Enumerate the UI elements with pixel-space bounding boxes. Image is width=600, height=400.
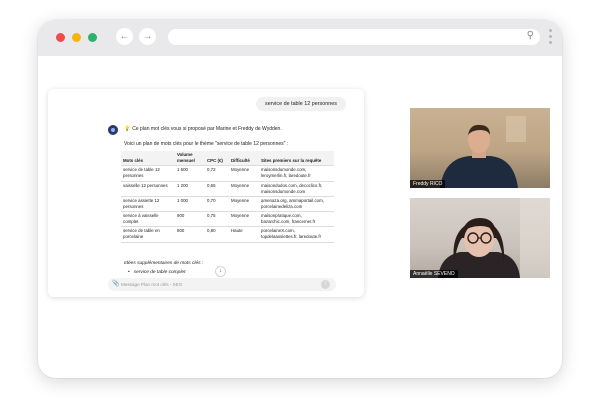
table-cell: service assiette 12 personnes <box>121 196 175 213</box>
lightbulb-icon: 💡 <box>124 126 131 132</box>
table-header-row: Mots clés Volume mensuel CPC (€) Difficu… <box>121 151 334 167</box>
column-header: CPC (€) <box>205 151 229 167</box>
column-header: Difficulté <box>229 151 259 167</box>
arrow-down-icon: ↓ <box>219 268 222 274</box>
table-row: vaisselle 12 personnes 1 200 0,65 Moyenn… <box>121 181 334 197</box>
table-cell: amenaza.org, ammaportail.com, porcelaine… <box>259 196 334 213</box>
table-row: service de table 12 personnes 1 600 0,72… <box>121 165 334 182</box>
table-cell: 1 600 <box>175 165 205 182</box>
participant-person-image <box>440 116 526 188</box>
table-cell: maisonsdumonde.com, leroymerlin.fr, lare… <box>259 165 334 182</box>
column-header: Volume mensuel <box>175 151 205 167</box>
minimize-window-button[interactable] <box>72 33 81 42</box>
table-cell: 1 200 <box>175 181 205 197</box>
table-cell: 1 000 <box>175 196 205 213</box>
send-button[interactable]: ↑ <box>321 280 330 289</box>
message-input[interactable] <box>121 279 311 290</box>
table-cell: 800 <box>175 226 205 243</box>
table-row: service assiette 12 personnes 1 000 0,70… <box>121 196 334 213</box>
forward-button[interactable]: → <box>139 28 156 45</box>
participant-name-tag: Freddy RICO <box>410 180 446 188</box>
table-cell: maisonpratique.com, bazarchic.com, franc… <box>259 211 334 228</box>
message-composer: 📎 ↑ <box>108 278 336 291</box>
table-cell: Moyenne <box>229 196 259 213</box>
assistant-avatar-icon <box>108 125 118 135</box>
table-cell: 900 <box>175 211 205 228</box>
table-cell: service à vaisselle complet <box>121 211 175 228</box>
arrow-right-icon: → <box>142 31 153 42</box>
address-bar[interactable]: ⚲ <box>168 29 540 45</box>
arrow-up-icon: ↑ <box>324 281 327 287</box>
participant-name-tag: Annaëlle SEVENO <box>410 270 458 278</box>
search-icon[interactable]: ⚲ <box>527 30 534 41</box>
table-cell: 0,80 <box>205 226 229 243</box>
table-cell: 0,75 <box>205 211 229 228</box>
table-cell: 0,72 <box>205 165 229 182</box>
participant-video-freddy: Freddy RICO <box>410 108 550 188</box>
title-bar: ← → ⚲ <box>38 20 562 56</box>
table-row: service à vaisselle complet 900 0,75 Moy… <box>121 211 334 228</box>
participant-video-annaelle: Annaëlle SEVENO <box>410 198 550 278</box>
arrow-left-icon: ← <box>119 31 130 42</box>
table-cell: vaisselle 12 personnes <box>121 181 175 197</box>
assistant-lead-text: Voici un plan de mots clés pour le thème… <box>124 141 289 147</box>
table-cell: Moyenne <box>229 165 259 182</box>
column-header: Mots clés <box>121 151 175 167</box>
paperclip-icon[interactable]: 📎 <box>112 280 119 287</box>
user-message-bubble: service de table 12 personnes <box>256 97 346 111</box>
table-cell: maisondudos.com, decoclico.fr, maisonsdu… <box>259 181 334 197</box>
assistant-intro: 💡 Ce plan mot clés vous si proposé par Ma… <box>124 126 282 132</box>
table-cell: 0,65 <box>205 181 229 197</box>
participant-person-image <box>438 198 550 278</box>
ideas-heading: Idées supplémentaires de mots clés : <box>124 261 204 266</box>
table-cell: service de table en porcelaine <box>121 226 175 243</box>
assistant-intro-text: Ce plan mot clés vous si proposé par Mar… <box>132 126 282 132</box>
maximize-window-button[interactable] <box>88 33 97 42</box>
table-cell: porcelaineX.com, topdelaassiettes.fr, la… <box>259 226 334 243</box>
scroll-down-button[interactable]: ↓ <box>215 266 226 277</box>
column-header: Sites premiers sur la requête <box>259 151 334 167</box>
keyword-table: Mots clés Volume mensuel CPC (€) Difficu… <box>121 151 334 243</box>
table-cell: Moyenne <box>229 211 259 228</box>
table-cell: service de table 12 personnes <box>121 165 175 182</box>
list-item: service de table complet <box>128 270 186 275</box>
table-cell: Moyenne <box>229 181 259 197</box>
table-row: service de table en porcelaine 800 0,80 … <box>121 226 334 243</box>
table-cell: Haute <box>229 226 259 243</box>
table-cell: 0,70 <box>205 196 229 213</box>
back-button[interactable]: ← <box>116 28 133 45</box>
chat-panel: service de table 12 personnes 💡 Ce plan m… <box>48 89 364 297</box>
kebab-menu-icon[interactable] <box>549 29 552 47</box>
close-window-button[interactable] <box>56 33 65 42</box>
